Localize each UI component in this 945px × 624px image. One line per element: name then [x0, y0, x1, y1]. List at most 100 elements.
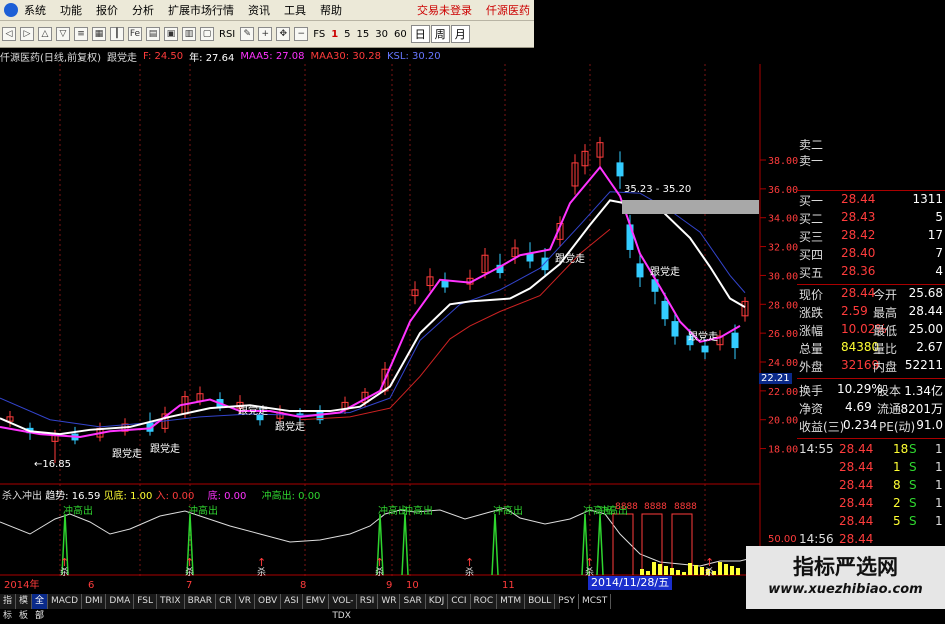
pen-icon[interactable]: ✎: [240, 27, 255, 41]
view-month[interactable]: 月: [450, 25, 470, 43]
tab-kdj[interactable]: KDJ: [426, 594, 449, 609]
view-week[interactable]: 周: [430, 25, 450, 43]
candle-body: [636, 263, 644, 278]
signal-spike: [401, 513, 409, 576]
down-arrow-icon[interactable]: ▽: [56, 27, 70, 41]
tick-p: 28.44: [839, 478, 874, 492]
tab-vol-tdx[interactable]: VOL-TDX: [329, 594, 357, 621]
enter-label: 杀: [185, 566, 194, 578]
tab-dma[interactable]: DMA: [106, 594, 135, 609]
tick-r: 1: [935, 478, 943, 492]
sell1-label: 卖一: [799, 154, 824, 168]
indicator-view: 见底: 1.00: [103, 491, 153, 502]
tab-trix[interactable]: TRIX: [157, 594, 185, 609]
tab-boll[interactable]: BOLL: [525, 594, 556, 609]
y-tick-label: 18.00: [768, 445, 798, 456]
x-tick-label: 10: [406, 580, 419, 591]
grid-icon[interactable]: ▦: [92, 27, 106, 41]
tab-fsl[interactable]: FSL: [134, 594, 157, 609]
forward-arrow-icon[interactable]: ▷: [20, 27, 34, 41]
menu-item[interactable]: 分析: [132, 2, 154, 18]
enter-label: 杀: [375, 566, 384, 578]
fund-value: 10.29%: [837, 382, 883, 396]
login-status[interactable]: 交易未登录: [417, 2, 472, 18]
table-icon[interactable]: ▤: [146, 27, 160, 41]
move-icon[interactable]: ✥: [276, 27, 291, 41]
finance-icon[interactable]: Fe: [128, 27, 142, 41]
tab-全部[interactable]: 全部: [32, 594, 49, 621]
zoom-in-icon[interactable]: +: [258, 27, 273, 41]
menu-item[interactable]: 扩展市场行情: [168, 2, 234, 18]
menu-item[interactable]: 系统: [24, 2, 46, 18]
tab-psy[interactable]: PSY: [555, 594, 579, 609]
pulse-label: 8888: [674, 502, 697, 512]
news-icon[interactable]: ▣: [164, 27, 178, 41]
watermark-title: 指标严选网: [793, 555, 898, 579]
stat-label: 量比: [873, 342, 898, 356]
fund-value: 8201万: [900, 402, 943, 416]
menu-item[interactable]: 功能: [60, 2, 82, 18]
enter-label: 杀: [705, 566, 714, 578]
tab-macd[interactable]: MACD: [48, 594, 83, 609]
menu-item[interactable]: 报价: [96, 2, 118, 18]
buy1-label: 买一: [799, 194, 824, 208]
y-tick-label: 20.00: [768, 416, 798, 427]
menu-item[interactable]: 帮助: [320, 2, 342, 18]
up-arrow-icon[interactable]: △: [38, 27, 52, 41]
tab-mcst[interactable]: MCST: [579, 594, 612, 609]
quote-list-icon[interactable]: ≡: [74, 27, 88, 41]
zoom-out-icon[interactable]: −: [294, 27, 309, 41]
period-1min[interactable]: 1: [331, 29, 338, 40]
kline-icon[interactable]: ┃: [110, 27, 124, 41]
period-5min[interactable]: 5: [344, 29, 350, 40]
buy5-label: 买五: [799, 266, 824, 280]
view-day[interactable]: 日: [410, 25, 430, 43]
fund-label: 流通: [877, 402, 902, 416]
tab-sar[interactable]: SAR: [400, 594, 426, 609]
tab-指标[interactable]: 指标: [0, 594, 17, 621]
tab-vr[interactable]: VR: [236, 594, 256, 609]
period-30min[interactable]: 30: [375, 29, 388, 40]
tab-asi[interactable]: ASI: [281, 594, 303, 609]
x-tick-label: 8: [300, 580, 306, 591]
fund-label: 换手: [799, 384, 824, 398]
menu-item[interactable]: 工具: [284, 2, 306, 18]
menu-item[interactable]: 资讯: [248, 2, 270, 18]
stat-label: 外盘: [799, 360, 824, 374]
chart-icon[interactable]: ▥: [182, 27, 196, 41]
maa5-value: MAA5: 27.08: [240, 50, 305, 62]
y-tick-label: 32.00: [768, 243, 798, 254]
tab-brar[interactable]: BRAR: [185, 594, 217, 609]
tab-wr[interactable]: WR: [378, 594, 401, 609]
tick-n: 2: [893, 496, 901, 510]
candle-body: [616, 162, 624, 177]
tick-t: 14:55: [799, 442, 834, 456]
toolbar: ◁ ▷ △ ▽ ≡ ▦ ┃ Fe ▤ ▣ ▥ ▢ RSI ✎ + ✥ − FS …: [0, 21, 534, 48]
volume-bar: [688, 563, 692, 575]
x-tick-label: 6: [88, 580, 94, 591]
tab-mtm[interactable]: MTM: [497, 594, 526, 609]
pulse-label: 8888: [644, 502, 667, 512]
tab-emv[interactable]: EMV: [303, 594, 330, 609]
follow-label: 跟党走: [106, 52, 137, 64]
tab-rsi[interactable]: RSI: [357, 594, 379, 609]
price-band-highlight: [622, 200, 759, 214]
window-icon[interactable]: ▢: [200, 27, 214, 41]
period-15min[interactable]: 15: [357, 29, 370, 40]
tick-n: 18: [893, 442, 909, 456]
back-arrow-icon[interactable]: ◁: [2, 27, 16, 41]
tab-cci[interactable]: CCI: [448, 594, 471, 609]
rsi-button[interactable]: RSI: [219, 29, 235, 40]
tab-dmi[interactable]: DMI: [82, 594, 107, 609]
tab-roc[interactable]: ROC: [471, 594, 498, 609]
fs-button[interactable]: FS: [313, 29, 325, 40]
period-60min[interactable]: 60: [394, 29, 407, 40]
tab-模板[interactable]: 模板: [16, 594, 33, 621]
volume-bar: [664, 566, 668, 575]
tab-obv[interactable]: OBV: [255, 594, 282, 609]
tick-p: 28.44: [839, 496, 874, 510]
tab-cr[interactable]: CR: [216, 594, 236, 609]
indicator-out: 冲高出: 0.00: [261, 491, 321, 502]
fund-value: 1.34亿: [904, 384, 943, 398]
buy1-volume: 1311: [912, 192, 943, 206]
